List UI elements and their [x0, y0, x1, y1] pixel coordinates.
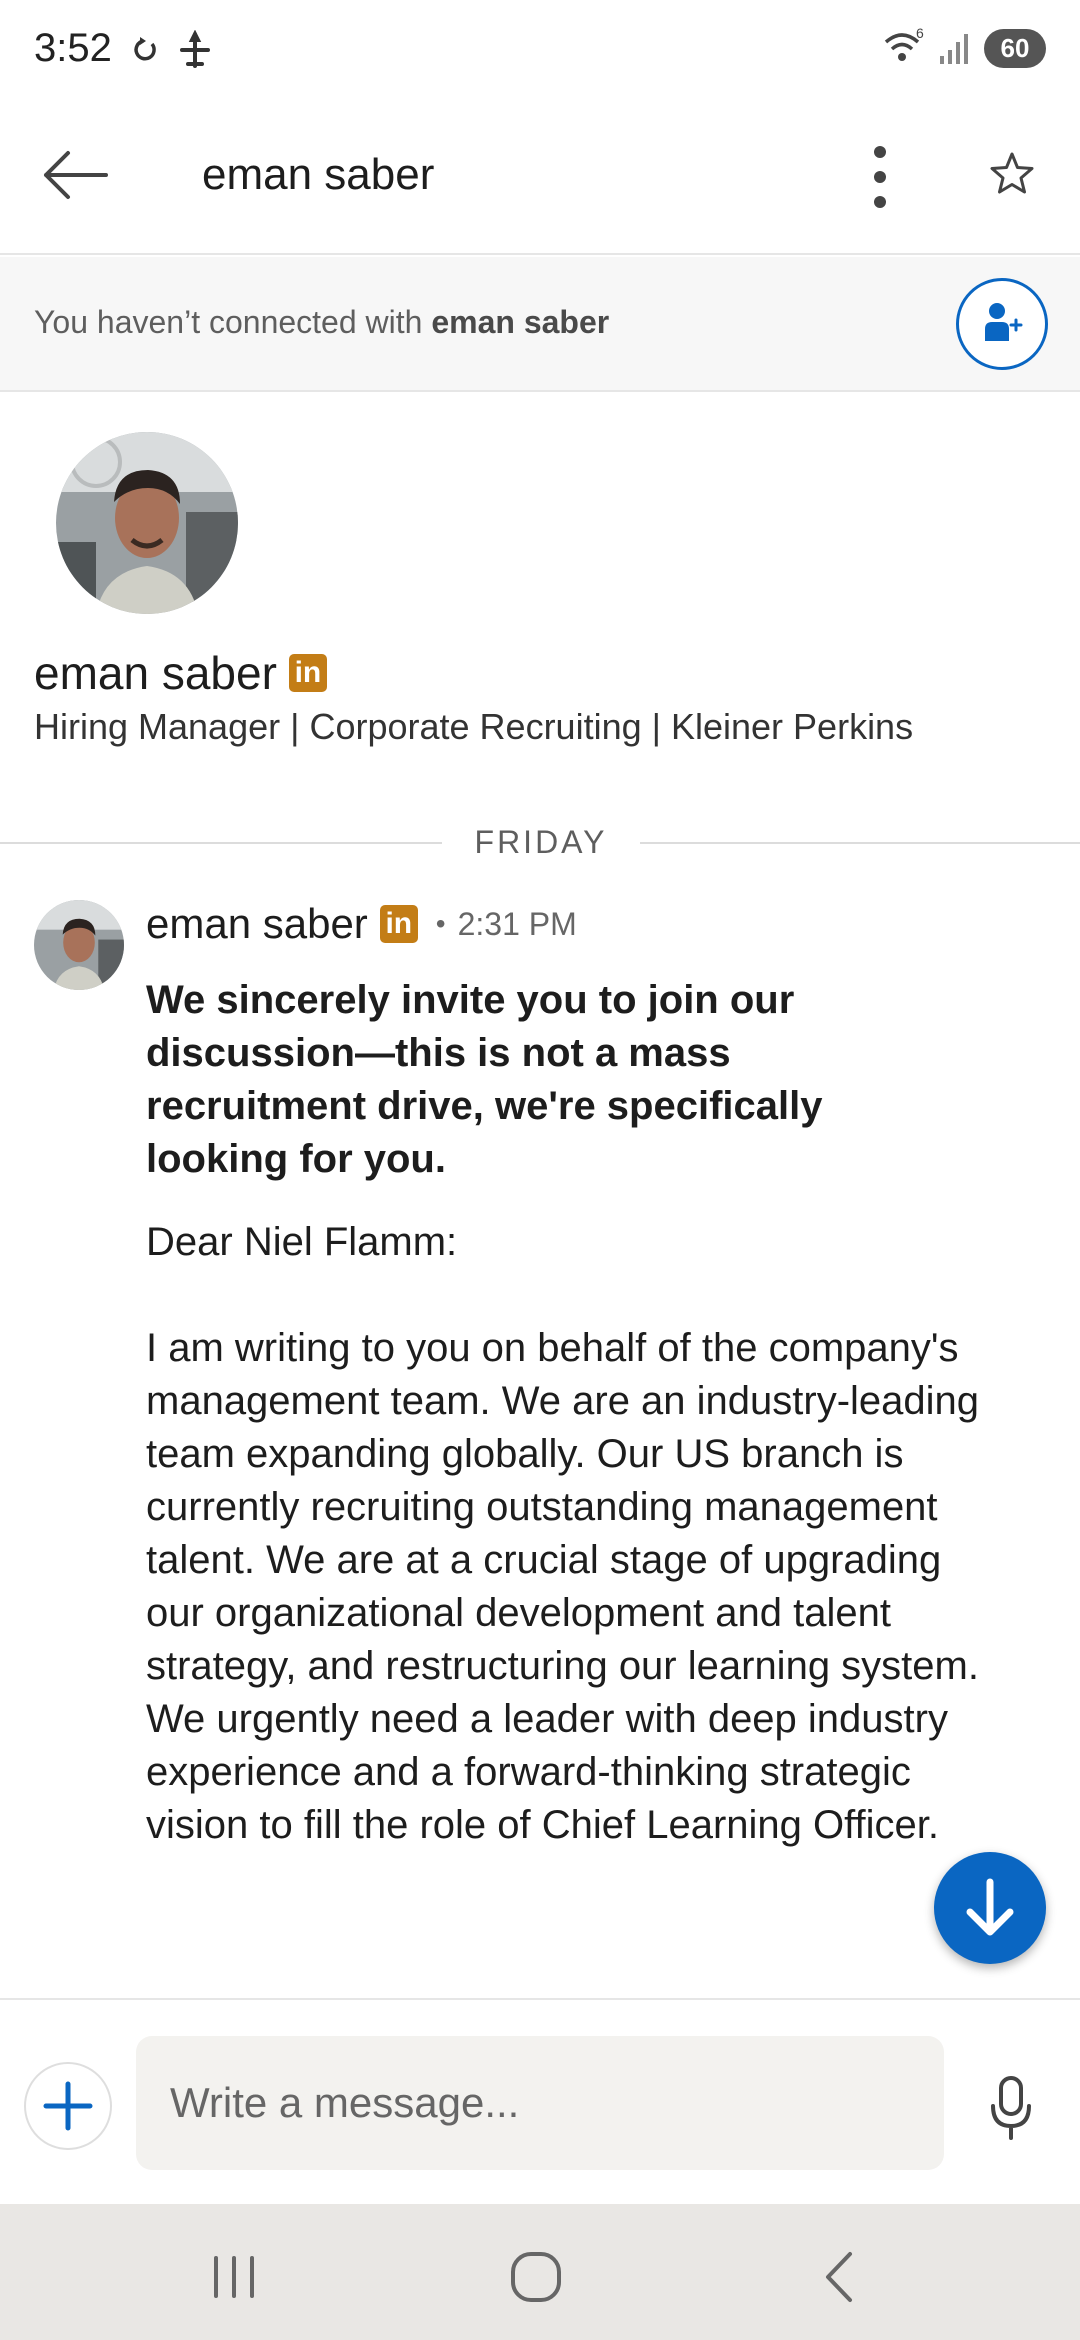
add-person-icon	[985, 303, 1023, 341]
system-back-icon[interactable]	[800, 2242, 880, 2312]
system-navigation-bar	[0, 2204, 1080, 2340]
connect-button[interactable]	[956, 278, 1048, 370]
profile-avatar[interactable]	[56, 432, 238, 614]
profile-name-row: eman saber in	[34, 646, 327, 700]
profile-name[interactable]: eman saber	[34, 646, 277, 700]
profile-headline: Hiring Manager | Corporate Recruiting | …	[34, 706, 914, 747]
sender-photo	[34, 900, 124, 990]
status-bar: 3:52 6 60	[0, 0, 1080, 100]
message-body: Dear Niel Flamm: I am writing to you on …	[146, 1220, 980, 1847]
attach-button[interactable]	[24, 2062, 112, 2150]
back-arrow-icon[interactable]	[40, 145, 114, 205]
day-divider: FRIDAY	[0, 822, 1080, 862]
profile-photo	[56, 432, 238, 614]
airplane-icon	[180, 30, 210, 68]
signal-icon	[940, 34, 968, 64]
conversation-header: eman saber	[0, 100, 1080, 255]
microphone-icon[interactable]	[986, 2072, 1036, 2142]
sync-icon	[134, 37, 156, 61]
wifi-icon: 6	[884, 28, 924, 61]
conversation-title: eman saber	[202, 150, 435, 199]
linkedin-premium-icon: in	[379, 905, 418, 943]
message-time: 2:31 PM	[457, 905, 577, 942]
separator-dot: •	[435, 908, 446, 939]
message-sender-avatar[interactable]	[34, 900, 124, 990]
linkedin-premium-icon: in	[288, 654, 327, 692]
status-time: 3:52	[34, 26, 112, 70]
recent-apps-icon[interactable]	[194, 2242, 274, 2312]
connection-banner: You haven’t connected with eman saber	[0, 257, 1080, 392]
message-input[interactable]	[136, 2036, 944, 2170]
home-icon[interactable]	[496, 2242, 576, 2312]
day-label: FRIDAY	[474, 824, 608, 860]
connection-status-text: You haven’t connected with eman saber	[34, 304, 610, 340]
message-sender-name[interactable]: eman saber	[146, 900, 368, 948]
battery-icon: 60	[984, 28, 1046, 68]
svg-text:6: 6	[916, 28, 924, 41]
more-options-icon[interactable]	[862, 142, 898, 212]
plus-icon	[43, 2081, 93, 2131]
message-composer	[0, 1998, 1080, 2204]
star-icon[interactable]	[986, 148, 1038, 200]
message-header: eman saber in • 2:31 PM	[146, 900, 577, 948]
message-subject: We sincerely invite you to join our disc…	[146, 978, 823, 1181]
arrow-down-icon	[966, 1878, 1014, 1936]
scroll-to-bottom-button[interactable]	[934, 1852, 1046, 1964]
